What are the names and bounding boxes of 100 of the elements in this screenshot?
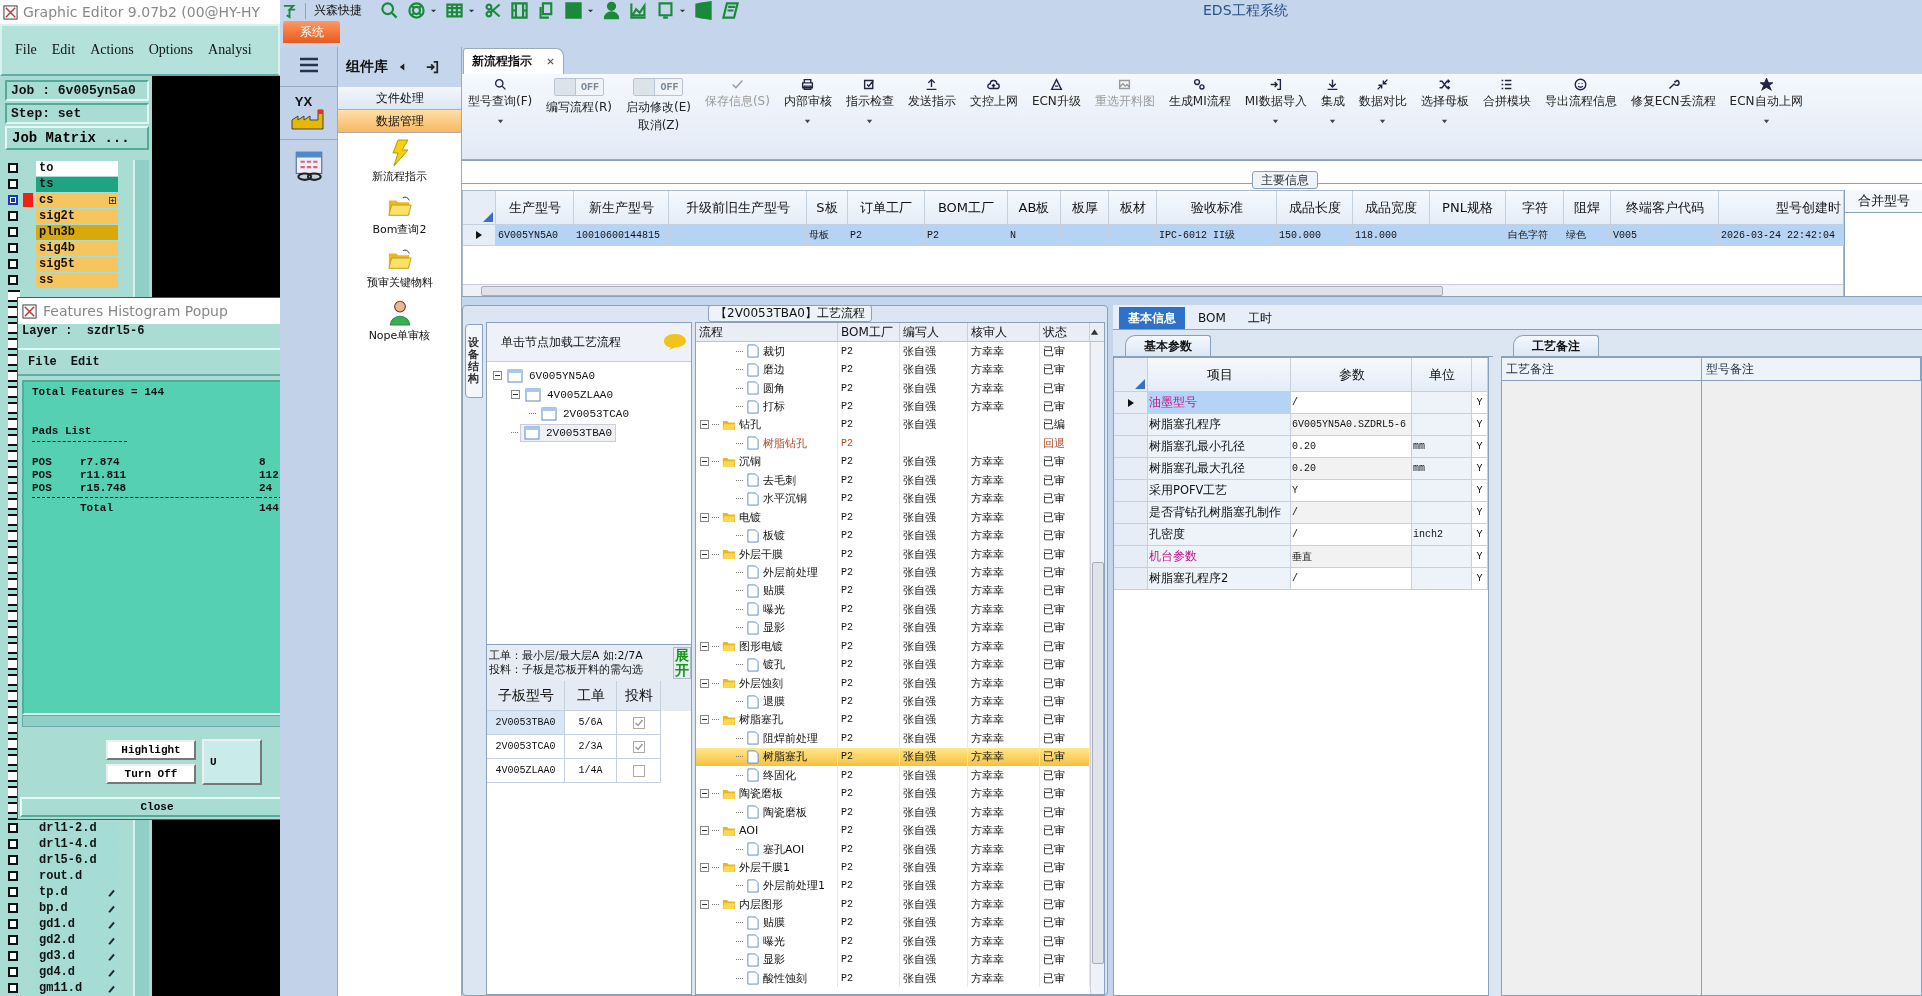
table-row[interactable]: 外层蚀刻 P2 张自强 方幸幸 已审 [696,673,1090,693]
layer-checkbox[interactable] [8,179,18,189]
ribbon-button[interactable]: ECN升级 [1027,78,1085,110]
table-row[interactable]: 磨边 P2 张自强 方幸幸 已审 [696,360,1090,379]
column-header[interactable]: 投料 [617,681,661,711]
layer-name[interactable]: ss [36,272,118,288]
checkbox[interactable] [632,716,645,729]
table-row[interactable]: 板镀 P2 张自强 方幸幸 已审 [696,526,1090,545]
collapse-icon[interactable] [700,420,709,430]
popup-button[interactable]: Turn Off [106,764,196,784]
table-row[interactable]: 显影 P2 张自强 方幸幸 已审 [696,950,1090,969]
scissors-icon[interactable] [483,1,502,20]
column-header[interactable]: 工艺备注 [1502,358,1702,380]
table-row[interactable]: 外层前处理 P2 张自强 方幸幸 已审 [696,563,1090,582]
collapse-icon[interactable] [700,789,709,799]
menu-item[interactable]: Analysi [208,42,252,58]
layer-checkbox[interactable] [8,887,18,897]
collapse-icon[interactable] [700,826,709,836]
layer-checkbox[interactable] [8,227,18,237]
ribbon-button[interactable]: 生成MI流程 [1164,78,1235,110]
collapse-icon[interactable] [700,862,709,872]
sign-in-icon[interactable] [425,60,439,74]
column-header[interactable]: 流程 [696,323,838,341]
tree-node[interactable]: 6V005YN5A0 [504,367,598,384]
menu-item[interactable]: File [28,355,57,369]
ribbon-button[interactable]: 合拼模块 [1478,78,1535,110]
tree-node[interactable]: 4V005ZLAA0 [522,386,616,403]
close-icon[interactable] [546,57,555,66]
layer-checkbox[interactable] [8,195,18,205]
side-tab[interactable]: 设备结构 [465,324,483,399]
caret-icon[interactable] [496,118,504,125]
popup-button[interactable]: Highlight [106,740,196,760]
layer-checkbox[interactable] [8,855,18,865]
caret-icon[interactable] [866,118,874,125]
layer-checkbox[interactable] [8,935,18,945]
collapse-icon[interactable] [700,678,709,688]
tab[interactable]: 工艺备注 [1513,335,1599,356]
library-item[interactable]: Nope单审核 [368,328,431,343]
popup-button[interactable]: U [202,739,262,785]
scroll-up-icon[interactable] [1090,328,1099,336]
table-row[interactable]: 树脂塞孔最小孔径 0.20 mm Y [1114,436,1488,458]
checkbox[interactable] [632,764,645,777]
table-row[interactable]: 显影 P2 张自强 方幸幸 已审 [696,618,1090,637]
column-header[interactable]: 状态 [1040,323,1090,341]
layer-name[interactable]: sig5t [36,256,118,272]
caret-icon[interactable] [430,7,437,14]
table-row[interactable]: AOI P2 张自强 方幸幸 已审 [696,821,1090,840]
collapse-icon[interactable] [493,371,502,380]
ribbon-button[interactable]: 选择母板 [1416,78,1473,125]
library-item[interactable]: Bom查询2 [372,222,427,237]
table-row[interactable]: 2V0053TCA0 2/3A [487,735,691,759]
layer-checkbox[interactable] [8,951,18,961]
layer-checkbox[interactable] [8,211,18,221]
column-header[interactable]: BOM工厂 [838,323,900,341]
table-row[interactable]: 外层前处理1 P2 张自强 方幸幸 已审 [696,876,1090,896]
table-row[interactable]: 机台参数 垂直 Y [1114,546,1488,568]
layer-name[interactable]: sig2t [36,208,118,224]
caret-icon[interactable] [1329,118,1337,125]
table-row[interactable]: 陶瓷磨板 P2 张自强 方幸幸 已审 [696,802,1090,822]
ribbon-button[interactable]: 数据对比 [1354,78,1411,125]
table-row[interactable]: 4V005ZLAA0 1/4A [487,759,691,783]
table-row[interactable]: 2V0053TBA0 5/6A [487,711,691,735]
layer-checkbox[interactable] [8,163,18,173]
close-button[interactable]: Close [20,797,280,817]
ribbon-button[interactable]: MI数据导入 [1240,78,1311,125]
table-row[interactable]: 贴膜 P2 张自强 方幸幸 已审 [696,581,1090,601]
table-row[interactable]: 孔密度 / inch2 Y [1114,524,1488,546]
person-icon[interactable] [602,1,621,20]
collapse-icon[interactable] [700,641,709,651]
layer-name[interactable]: pln3b [36,224,118,240]
table-row[interactable]: 外层干膜1 P2 张自强 方幸幸 已审 [696,858,1090,877]
column-header[interactable]: 核审人 [968,323,1040,341]
library-item[interactable]: 新流程指示 [372,169,427,184]
ribbon-button[interactable]: 文控上网 [965,78,1022,110]
tab[interactable]: BOM [1189,307,1235,329]
column-header[interactable]: 编写人 [900,323,968,341]
column-header[interactable]: 工单 [565,681,617,711]
table-row[interactable]: 树脂塞孔程序 6V005YN5A0.SZDRL5-6 Y [1114,414,1488,436]
column-header[interactable]: 型号备注 [1702,358,1921,380]
table-row[interactable]: 贴膜 P2 张自强 方幸幸 已审 [696,913,1090,932]
table-row[interactable]: 塞孔AOI P2 张自强 方幸幸 已审 [696,839,1090,859]
section-header[interactable]: 文件处理 [338,87,461,110]
layer-checkbox[interactable] [8,839,18,849]
table-row[interactable]: 树脂塞孔 P2 张自强 方幸幸 已审 [696,710,1090,730]
menu-item[interactable]: Edit [51,42,76,58]
table-row[interactable]: 树脂塞孔程序2 / Y [1114,568,1488,590]
table-row[interactable]: 图形电镀 P2 张自强 方幸幸 已审 [696,637,1090,656]
job-matrix-button[interactable]: Job Matrix ... [5,126,149,150]
menu-item[interactable]: Options [148,42,194,58]
layer-checkbox[interactable] [8,871,18,881]
checkbox[interactable] [632,740,645,753]
vertical-scrollbar[interactable] [1090,342,1104,994]
expand-icon[interactable] [109,196,116,204]
layer-checkbox[interactable] [8,903,18,913]
table-row[interactable]: 圆角 P2 张自强 方幸幸 已审 [696,378,1090,398]
collapse-icon[interactable] [700,899,709,909]
caret-icon[interactable] [587,7,594,14]
table-row[interactable]: 水平沉铜 P2 张自强 方幸幸 已审 [696,489,1090,508]
ribbon-button[interactable]: ECN自动上网 [1725,78,1807,125]
tab[interactable]: 基本参数 [1125,335,1211,356]
